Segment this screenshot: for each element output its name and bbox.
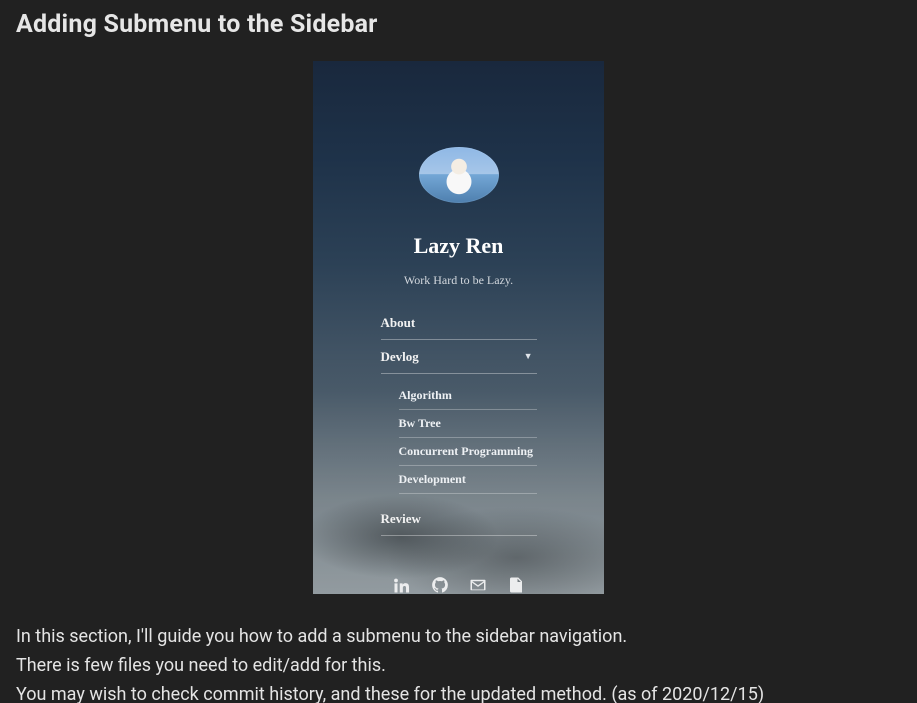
sidebar-nav: About Devlog ▼ Algorithm Bw Tree Concurr… xyxy=(381,306,537,536)
devlog-submenu: Algorithm Bw Tree Concurrent Programming… xyxy=(399,382,537,494)
subnav-item-bwtree[interactable]: Bw Tree xyxy=(399,410,537,438)
link-commit-history[interactable]: commit history xyxy=(203,684,322,703)
avatar xyxy=(419,147,499,203)
link-these[interactable]: these xyxy=(365,684,409,703)
document-icon[interactable] xyxy=(507,576,525,594)
nav-item-label: Devlog xyxy=(381,349,419,364)
section-heading: Adding Submenu to the Sidebar xyxy=(16,10,901,39)
mail-icon[interactable] xyxy=(469,576,487,594)
site-tagline: Work Hard to be Lazy. xyxy=(404,273,513,288)
chevron-down-icon: ▼ xyxy=(524,351,533,361)
subnav-item-concurrent[interactable]: Concurrent Programming xyxy=(399,438,537,466)
social-row xyxy=(393,576,525,594)
sidebar-demo-figure: Lazy Ren Work Hard to be Lazy. About Dev… xyxy=(16,61,901,594)
link-and[interactable]: and xyxy=(331,684,361,703)
body-line-3: You may wish to check commit history, an… xyxy=(16,680,901,703)
nav-item-about[interactable]: About xyxy=(381,306,537,340)
subnav-item-algorithm[interactable]: Algorithm xyxy=(399,382,537,410)
section-body: In this section, I'll guide you how to a… xyxy=(16,622,901,703)
subnav-item-development[interactable]: Development xyxy=(399,466,537,494)
sidebar-screenshot: Lazy Ren Work Hard to be Lazy. About Dev… xyxy=(313,61,604,594)
github-icon[interactable] xyxy=(431,576,449,594)
linkedin-icon[interactable] xyxy=(393,576,411,594)
nav-item-review[interactable]: Review xyxy=(381,502,537,536)
site-title: Lazy Ren xyxy=(414,233,504,259)
body-line-1: In this section, I'll guide you how to a… xyxy=(16,622,901,651)
nav-item-devlog[interactable]: Devlog ▼ xyxy=(381,340,537,374)
body-line-2: There is few files you need to edit/add … xyxy=(16,651,901,680)
